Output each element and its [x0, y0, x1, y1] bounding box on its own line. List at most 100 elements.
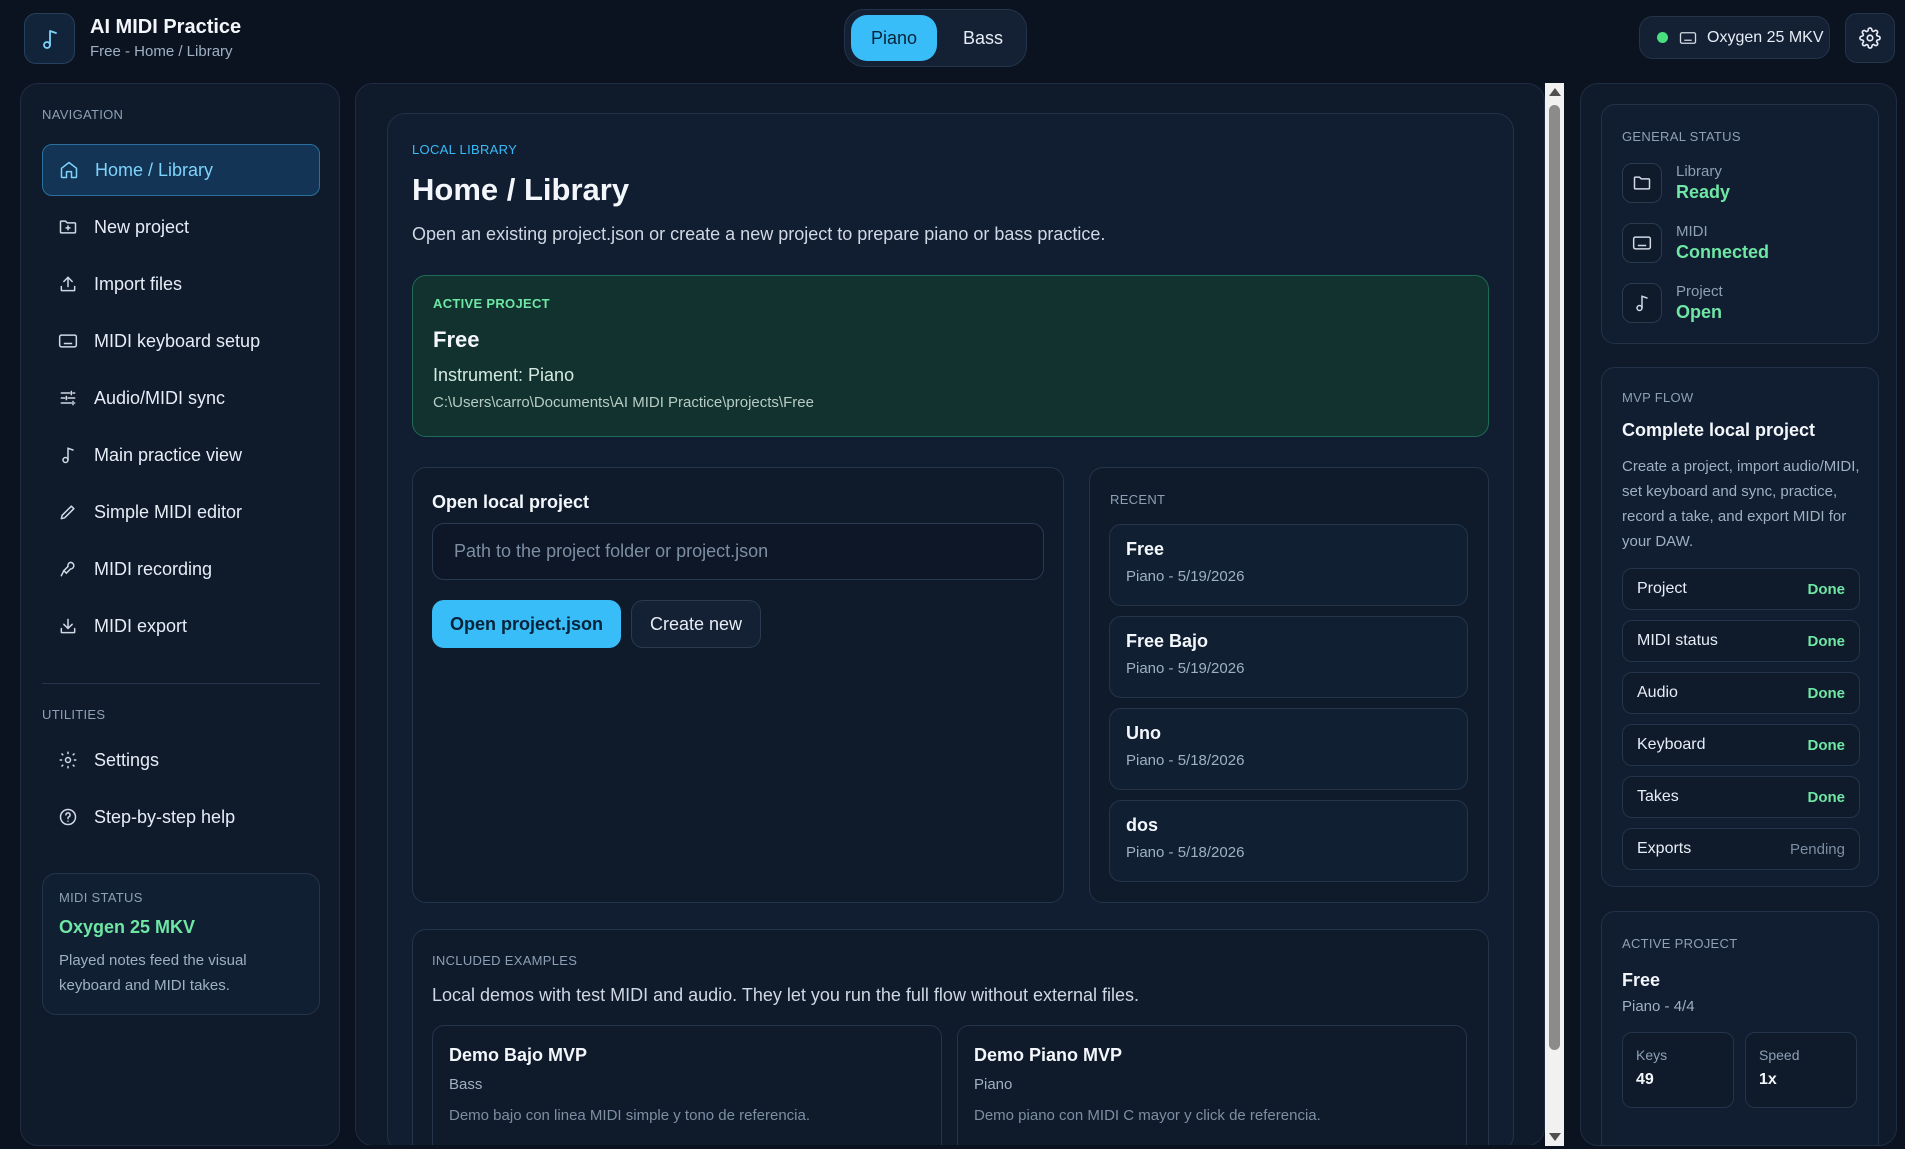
- sidebar-item-settings[interactable]: Settings: [42, 734, 320, 786]
- recent-project-name: Uno: [1126, 723, 1161, 743]
- recent-project-item[interactable]: dos Piano - 5/18/2026: [1109, 800, 1468, 882]
- scroll-down-arrow-icon[interactable]: [1549, 1133, 1561, 1141]
- flow-step-midi-status: MIDI status Done: [1622, 620, 1860, 662]
- stat-speed: Speed 1x: [1745, 1032, 1857, 1108]
- stat-key: Speed: [1759, 1047, 1800, 1063]
- flow-step-status: Done: [1807, 788, 1846, 806]
- open-project-button[interactable]: Open project.json: [432, 600, 621, 648]
- app-logo: [24, 13, 75, 64]
- status-row-project: Project Open: [1622, 283, 1723, 323]
- sidebar-item-main-practice-view[interactable]: Main practice view: [42, 429, 320, 481]
- sidebar-item-label: Main practice view: [94, 444, 243, 465]
- folder-icon: [1622, 163, 1662, 203]
- nav-section-label: NAVIGATION: [42, 107, 124, 122]
- stat-keys: Keys 49: [1622, 1032, 1734, 1108]
- keyboard-icon: [57, 330, 79, 352]
- midi-status-device: Oxygen 25 MKV: [59, 917, 196, 937]
- midi-status-label: MIDI STATUS: [59, 890, 143, 905]
- demo-project-card[interactable]: Demo Piano MVP Piano Demo piano con MIDI…: [957, 1025, 1467, 1149]
- sidebar-item-home-library[interactable]: Home / Library: [42, 144, 320, 196]
- keyboard-icon: [1622, 223, 1662, 263]
- recent-project-item[interactable]: Free Piano - 5/19/2026: [1109, 524, 1468, 606]
- midi-status-card: MIDI STATUS Oxygen 25 MKV Played notes f…: [42, 873, 320, 1015]
- sidebar-item-label: MIDI recording: [94, 558, 213, 579]
- flow-step-status: Pending: [1789, 840, 1845, 858]
- demo-name: Demo Bajo MVP: [449, 1045, 588, 1065]
- breadcrumb: Free - Home / Library: [90, 43, 233, 60]
- project-path-input[interactable]: Path to the project folder or project.js…: [432, 523, 1044, 580]
- active-project-instrument: Instrument: Piano: [433, 365, 575, 385]
- recent-project-name: Free Bajo: [1126, 631, 1209, 651]
- download-icon: [57, 615, 79, 637]
- recent-project-meta: Piano - 5/18/2026: [1126, 752, 1245, 769]
- stat-value: 1x: [1759, 1071, 1777, 1088]
- demo-project-card[interactable]: Demo Bajo MVP Bass Demo bajo con linea M…: [432, 1025, 942, 1149]
- active-project-summary-meta: Piano - 4/4: [1622, 998, 1695, 1015]
- main-panel-bottom-edge: [355, 1145, 1545, 1149]
- sidebar-item-midi-recording[interactable]: MIDI recording: [42, 543, 320, 595]
- create-new-button[interactable]: Create new: [631, 600, 761, 648]
- recent-project-name: dos: [1126, 815, 1159, 835]
- active-project-name: Free: [433, 327, 480, 352]
- sidebar-item-simple-midi-editor[interactable]: Simple MIDI editor: [42, 486, 320, 538]
- gear-icon: [57, 749, 79, 771]
- bass-toggle-button[interactable]: Bass: [943, 15, 1023, 61]
- status-value: Ready: [1676, 182, 1731, 202]
- sidebar-item-label: Step-by-step help: [94, 806, 236, 827]
- sidebar-item-import-files[interactable]: Import files: [42, 258, 320, 310]
- status-row-library: Library Ready: [1622, 163, 1730, 203]
- sidebar-item-label: Settings: [94, 749, 160, 770]
- examples-label: INCLUDED EXAMPLES: [432, 953, 578, 968]
- recent-project-item[interactable]: Free Bajo Piano - 5/19/2026: [1109, 616, 1468, 698]
- flow-step-name: MIDI status: [1637, 632, 1718, 649]
- midi-device-name: Oxygen 25 MKV: [1707, 28, 1824, 46]
- scrollbar-thumb[interactable]: [1549, 105, 1560, 1050]
- mvp-flow-label: MVP FLOW: [1622, 390, 1694, 405]
- sidebar-item-label: Import files: [94, 273, 183, 294]
- sidebar-item-new-project[interactable]: New project: [42, 201, 320, 253]
- home-icon: [58, 159, 80, 181]
- piano-toggle-button[interactable]: Piano: [851, 15, 937, 61]
- flow-step-name: Keyboard: [1637, 736, 1706, 753]
- recent-project-item[interactable]: Uno Piano - 5/18/2026: [1109, 708, 1468, 790]
- settings-button[interactable]: [1845, 13, 1895, 63]
- recent-project-meta: Piano - 5/18/2026: [1126, 844, 1245, 861]
- right-panel: GENERAL STATUS Library Ready MIDI Connec…: [1580, 83, 1897, 1146]
- flow-step-name: Audio: [1637, 684, 1678, 701]
- mvp-flow-title: Complete local project: [1622, 420, 1816, 440]
- scroll-up-arrow-icon[interactable]: [1549, 88, 1561, 96]
- status-row-midi: MIDI Connected: [1622, 223, 1769, 263]
- sidebar-item-audio-midi-sync[interactable]: Audio/MIDI sync: [42, 372, 320, 424]
- sidebar-item-label: Home / Library: [95, 159, 214, 180]
- instrument-toggle: Piano Bass: [844, 9, 1027, 67]
- sliders-icon: [57, 387, 79, 409]
- status-value: Connected: [1676, 242, 1770, 262]
- open-local-title: Open local project: [432, 492, 590, 512]
- flow-step-status: Done: [1807, 632, 1846, 650]
- mvp-flow-description: Create a project, import audio/MIDI, set…: [1622, 458, 1860, 550]
- sidebar-divider: [42, 683, 320, 684]
- section-eyebrow: LOCAL LIBRARY: [412, 142, 518, 157]
- gear-icon: [1859, 27, 1881, 49]
- sidebar-item-label: New project: [94, 216, 190, 237]
- music-note-icon: [1622, 283, 1662, 323]
- demo-instrument: Bass: [449, 1076, 483, 1093]
- flow-step-name: Takes: [1637, 788, 1679, 805]
- help-icon: [57, 806, 79, 828]
- status-value: Open: [1676, 302, 1723, 322]
- general-status-card: GENERAL STATUS Library Ready MIDI Connec…: [1601, 104, 1879, 344]
- sidebar-item-label: Simple MIDI editor: [94, 501, 243, 522]
- connected-status-dot: [1657, 32, 1668, 43]
- music-note-icon: [38, 27, 62, 51]
- sidebar-item-midi-keyboard-setup[interactable]: MIDI keyboard setup: [42, 315, 320, 367]
- main-scrollbar[interactable]: [1545, 83, 1564, 1146]
- mic-icon: [57, 558, 79, 580]
- sidebar-item-midi-export[interactable]: MIDI export: [42, 600, 320, 652]
- flow-step-status: Done: [1807, 684, 1846, 702]
- music-note-icon: [57, 444, 79, 466]
- status-key: Library: [1676, 163, 1722, 180]
- demo-name: Demo Piano MVP: [974, 1045, 1123, 1065]
- sidebar-item-step-by-step-help[interactable]: Step-by-step help: [42, 791, 320, 843]
- active-project-summary-name: Free: [1622, 970, 1661, 990]
- midi-device-pill[interactable]: Oxygen 25 MKV: [1639, 16, 1830, 59]
